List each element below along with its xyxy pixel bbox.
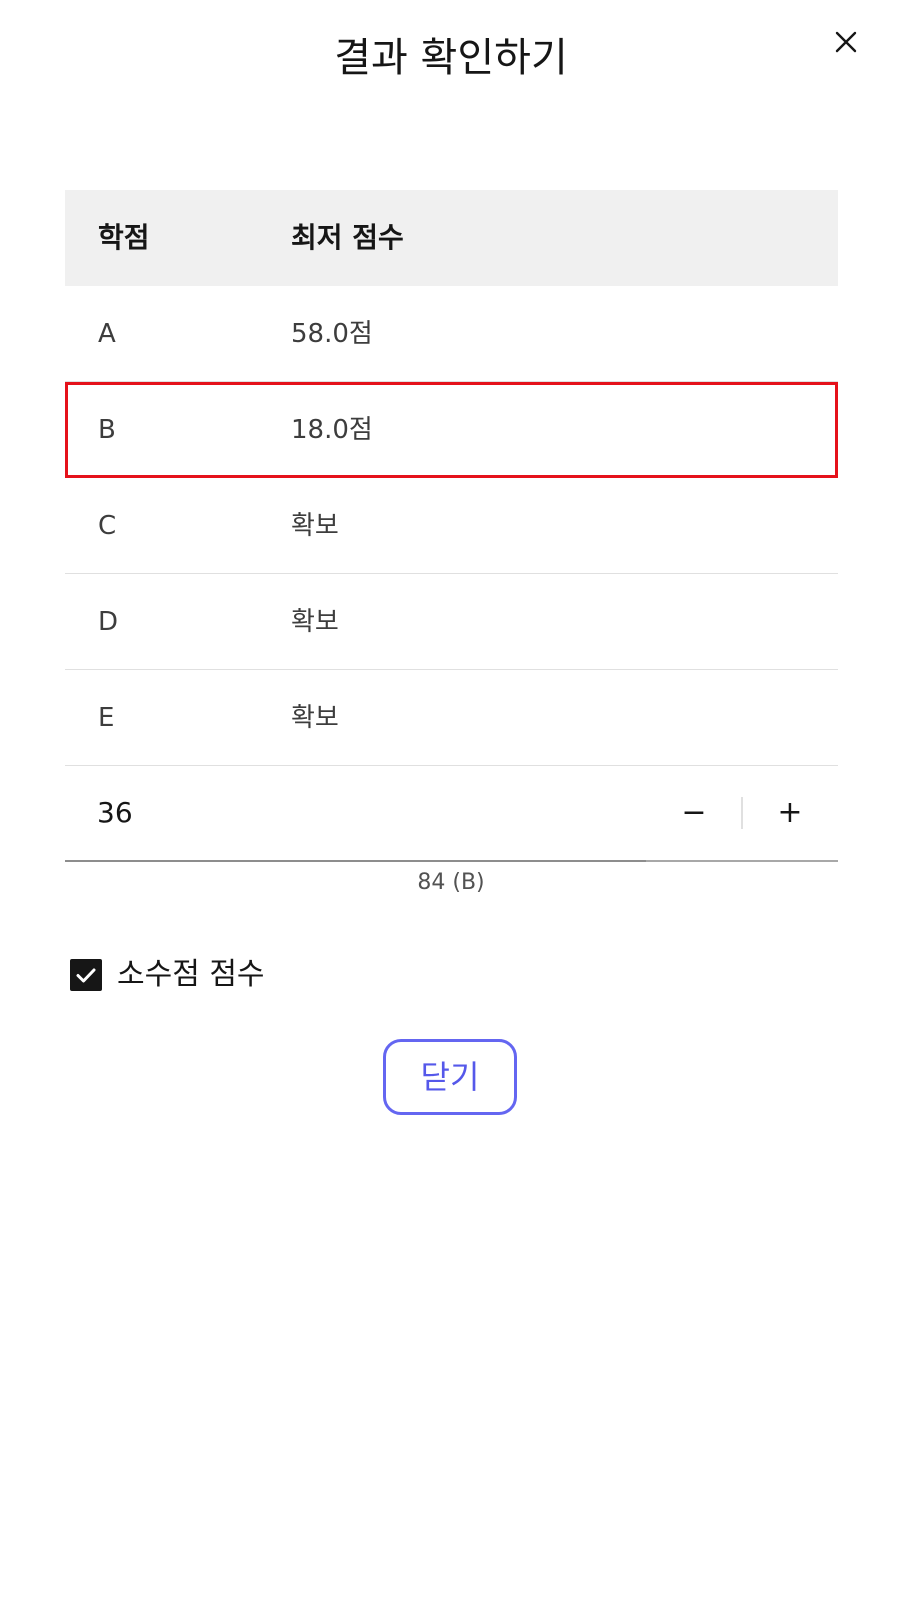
header-grade: 학점 [98, 221, 150, 254]
table-header-row: 학점 최저 점수 [65, 190, 838, 286]
stepper-controls: − + [646, 766, 838, 862]
close-icon [835, 31, 857, 53]
grade-table: 학점 최저 점수 A 58.0점 B 18.0점 C 확보 D 확보 E 확보 [65, 190, 838, 766]
row-grade: E [98, 703, 115, 733]
row-grade: B [98, 415, 116, 445]
row-grade: A [98, 319, 116, 349]
row-grade: D [98, 607, 119, 637]
table-row: C 확보 [65, 478, 838, 574]
header-min-score: 최저 점수 [291, 221, 404, 254]
checkmark-icon [76, 968, 96, 983]
table-row: A 58.0점 [65, 286, 838, 382]
table-row: E 확보 [65, 670, 838, 766]
result-modal: 결과 확인하기 학점 최저 점수 A 58.0점 B 18.0점 C 확보 D … [0, 0, 902, 1603]
checkbox-box[interactable] [70, 959, 102, 991]
decrement-button[interactable]: − [646, 766, 742, 860]
row-min-score: 확보 [291, 703, 339, 733]
stepper-controls-underline [646, 860, 838, 862]
stepper-input[interactable]: 36 [97, 766, 133, 860]
score-stepper: 36 − + [65, 766, 838, 862]
checkbox-label: 소수점 점수 [117, 957, 265, 992]
table-row-highlighted: B 18.0점 [65, 382, 838, 478]
row-min-score: 58.0점 [291, 319, 373, 349]
close-button[interactable]: 닫기 [383, 1039, 517, 1115]
row-min-score: 18.0점 [291, 415, 373, 445]
close-modal-button[interactable] [834, 28, 874, 68]
row-min-score: 확보 [291, 511, 339, 541]
table-row: D 확보 [65, 574, 838, 670]
modal-title: 결과 확인하기 [334, 35, 568, 81]
increment-button[interactable]: + [742, 766, 838, 860]
row-grade: C [98, 511, 117, 541]
row-min-score: 확보 [291, 607, 339, 637]
stepper-helper-text: 84 (B) [417, 870, 485, 895]
